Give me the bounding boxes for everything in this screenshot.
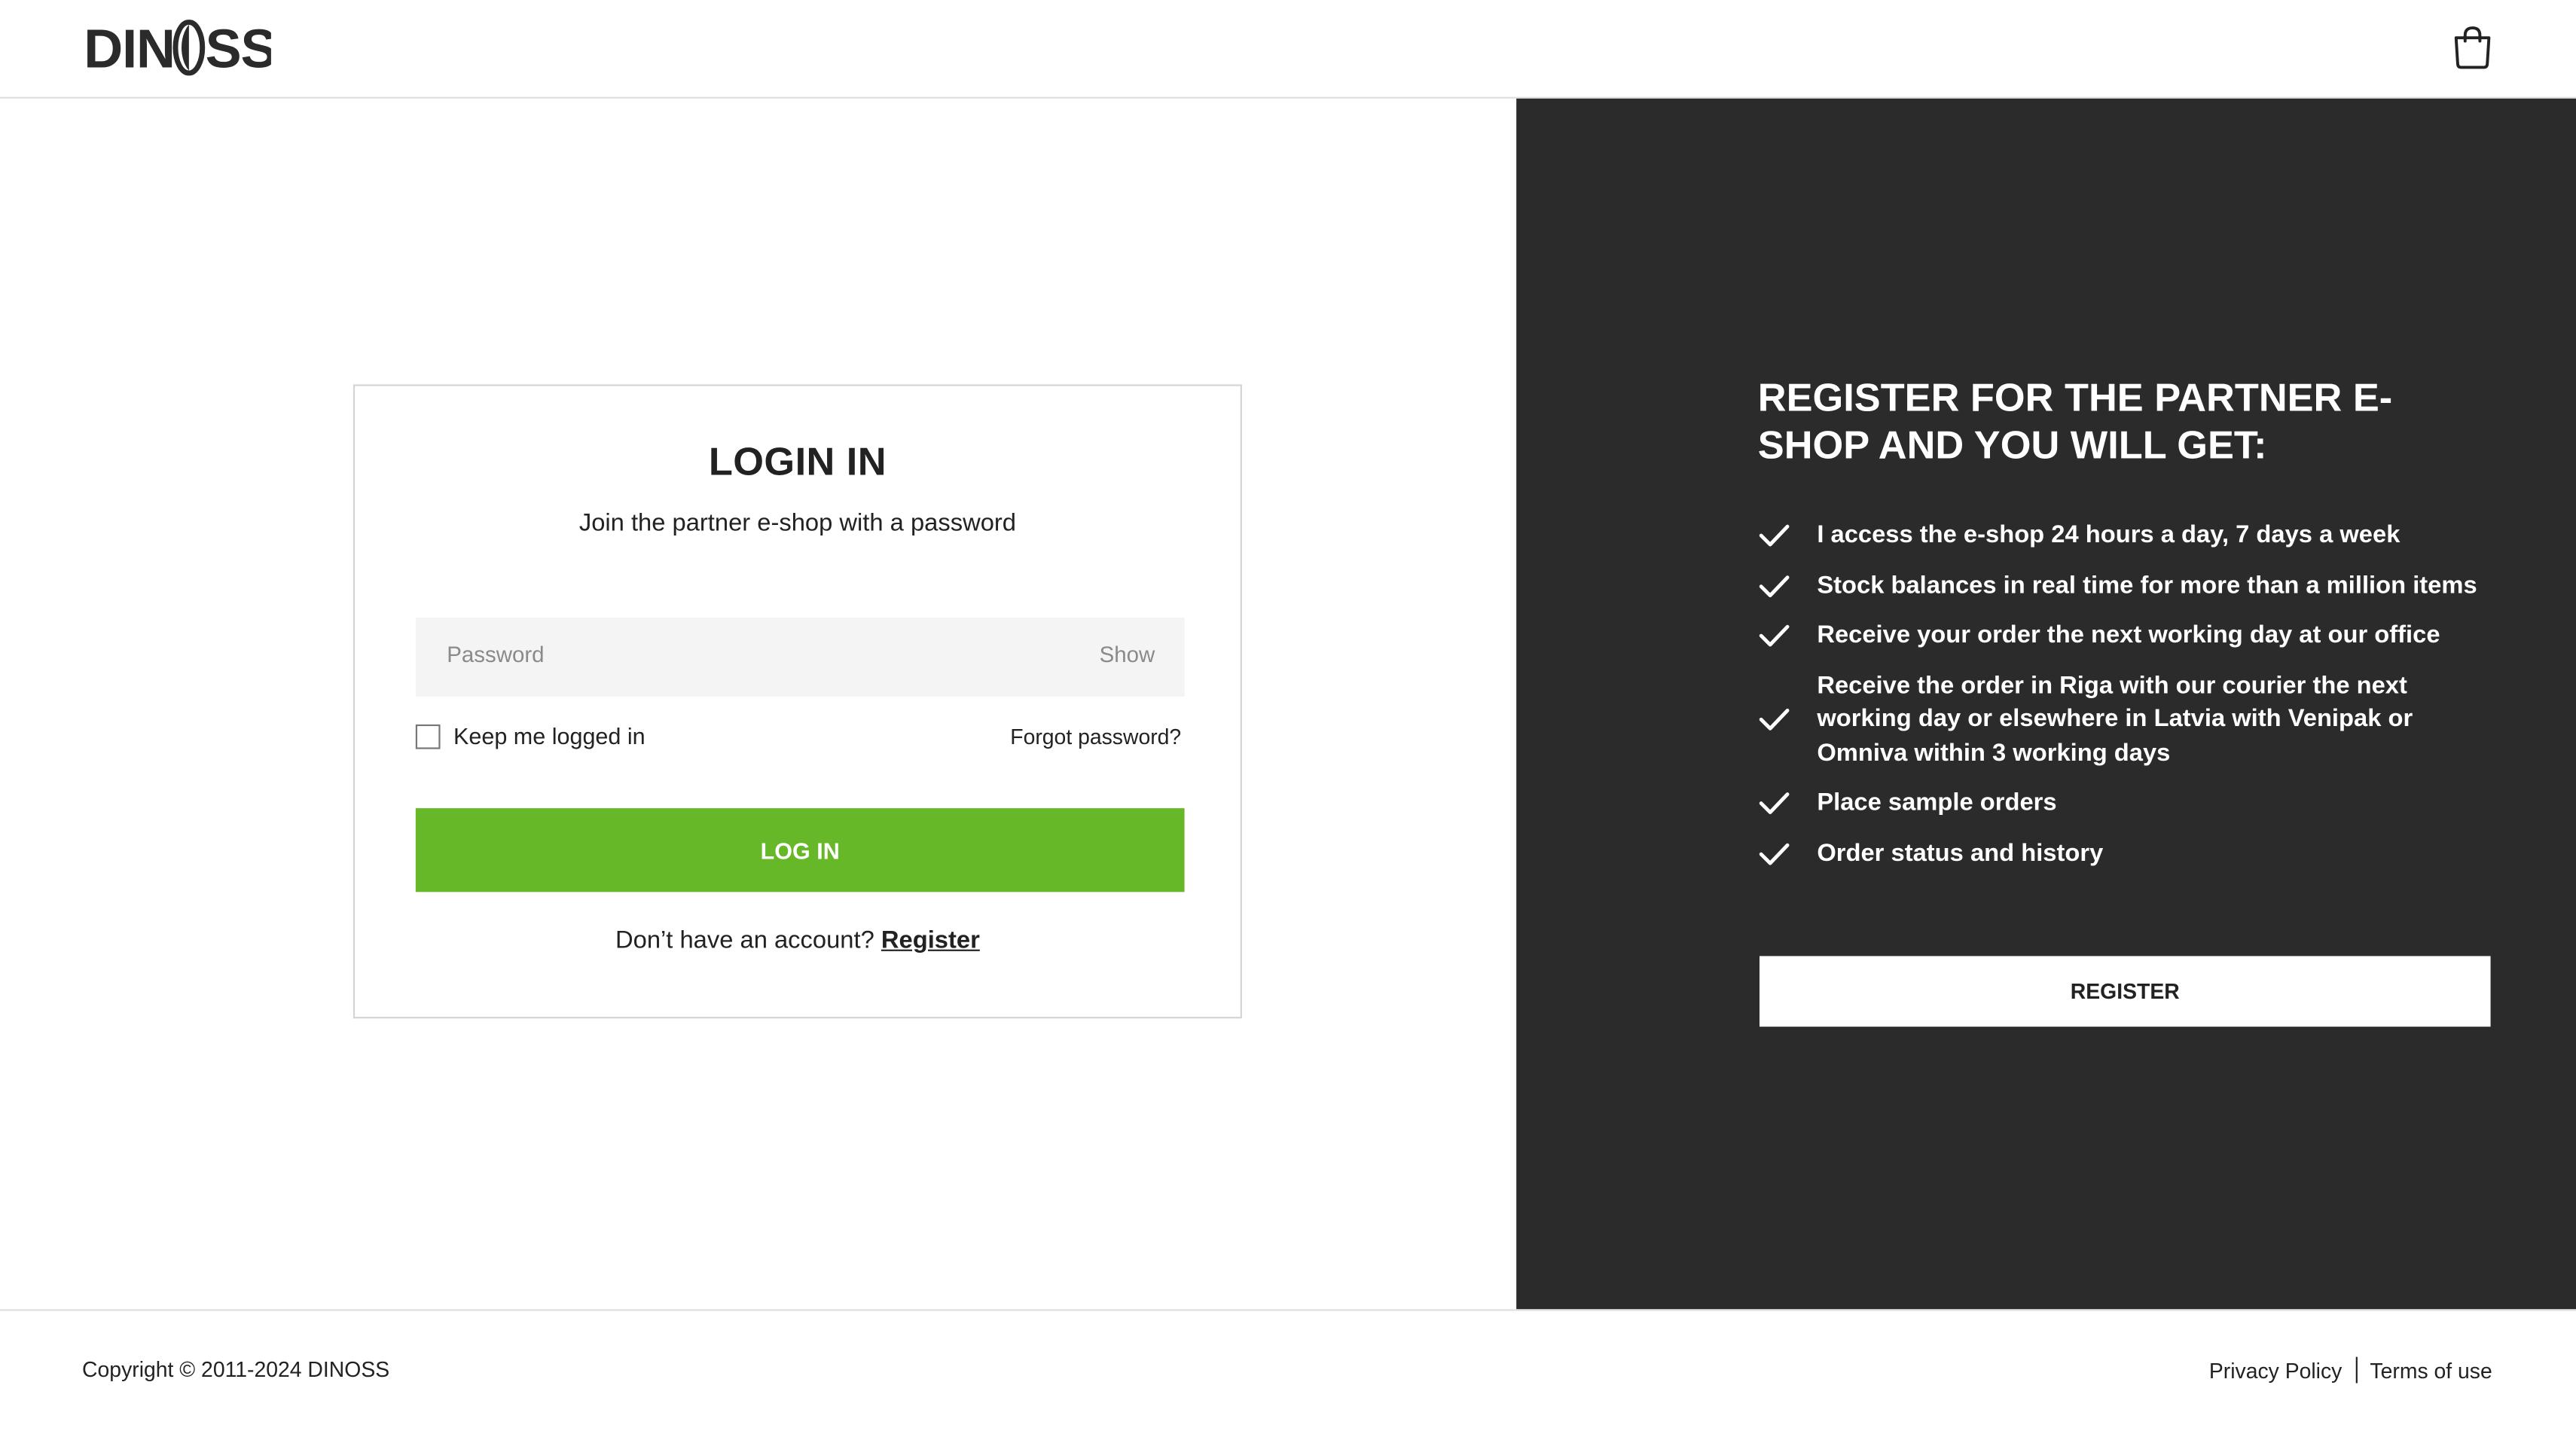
checkmark-icon bbox=[1759, 709, 1790, 731]
privacy-policy-link[interactable]: Privacy Policy bbox=[2209, 1358, 2343, 1383]
benefit-item: Place sample orders bbox=[1758, 787, 2481, 821]
checkbox-box[interactable] bbox=[415, 723, 441, 749]
svg-text:SS: SS bbox=[206, 20, 271, 75]
forgot-password-link[interactable]: Forgot password? bbox=[1010, 725, 1181, 749]
dinoss-logo-mark: DIN SS bbox=[84, 20, 271, 76]
benefit-text: Order status and history bbox=[1817, 838, 2104, 867]
benefit-text: Place sample orders bbox=[1817, 788, 2057, 817]
dinoss-logo[interactable]: DIN SS bbox=[84, 20, 271, 76]
promo-title: REGISTER FOR THE PARTNER E-SHOP AND YOU … bbox=[1757, 376, 2393, 468]
register-button[interactable]: REGISTER bbox=[1759, 956, 2491, 1027]
checkmark-icon bbox=[1759, 843, 1790, 865]
copyright-text: Copyright © 2011-2024 DINOSS bbox=[82, 1356, 390, 1382]
footer-links: Privacy Policy Terms of use bbox=[2209, 1356, 2492, 1384]
benefit-text: I access the e-shop 24 hours a day, 7 da… bbox=[1817, 520, 2401, 549]
benefit-item: Order status and history bbox=[1758, 837, 2481, 871]
keep-logged-in-label: Keep me logged in bbox=[453, 722, 646, 749]
benefit-item: Receive your order the next working day … bbox=[1758, 619, 2481, 653]
login-title: LOGIN IN bbox=[708, 440, 887, 485]
register-link[interactable]: Register bbox=[881, 926, 980, 954]
no-account-text: Don’t have an account? bbox=[615, 926, 874, 955]
terms-of-use-link[interactable]: Terms of use bbox=[2370, 1358, 2492, 1383]
benefit-text: Receive your order the next working day … bbox=[1817, 621, 2440, 649]
password-input[interactable]: Password Show bbox=[415, 618, 1185, 697]
benefit-item: Receive the order in Riga with our couri… bbox=[1758, 670, 2481, 770]
svg-text:DIN: DIN bbox=[84, 20, 175, 75]
login-card: LOGIN IN Join the partner e-shop with a … bbox=[353, 384, 1242, 1019]
shopping-bag-icon[interactable] bbox=[2451, 25, 2494, 71]
checkmark-icon bbox=[1759, 525, 1790, 547]
benefit-item: I access the e-shop 24 hours a day, 7 da… bbox=[1758, 519, 2481, 553]
checkmark-icon bbox=[1759, 575, 1790, 597]
benefit-text: Receive the order in Riga with our couri… bbox=[1817, 670, 2413, 767]
site-header: DIN SS bbox=[0, 0, 2576, 99]
benefit-text: Stock balances in real time for more tha… bbox=[1817, 570, 2477, 600]
login-subtitle: Join the partner e-shop with a password bbox=[578, 509, 1016, 538]
password-placeholder: Password bbox=[447, 642, 545, 667]
benefits-list: I access the e-shop 24 hours a day, 7 da… bbox=[1758, 519, 2481, 887]
footer-divider bbox=[2355, 1356, 2357, 1384]
benefit-item: Stock balances in real time for more tha… bbox=[1758, 569, 2481, 603]
checkmark-icon bbox=[1759, 792, 1790, 815]
site-footer: Copyright © 2011-2024 DINOSS Privacy Pol… bbox=[0, 1309, 2576, 1434]
keep-logged-in-checkbox[interactable]: Keep me logged in bbox=[415, 722, 646, 749]
no-account-line: Don’t have an account? Register bbox=[355, 926, 1241, 954]
checkmark-icon bbox=[1759, 625, 1790, 648]
login-button[interactable]: LOG IN bbox=[415, 808, 1185, 892]
register-promo-panel: REGISTER FOR THE PARTNER E-SHOP AND YOU … bbox=[1516, 98, 2576, 1310]
show-password-toggle[interactable]: Show bbox=[1100, 642, 1155, 667]
login-section: LOGIN IN Join the partner e-shop with a … bbox=[0, 98, 1517, 1310]
